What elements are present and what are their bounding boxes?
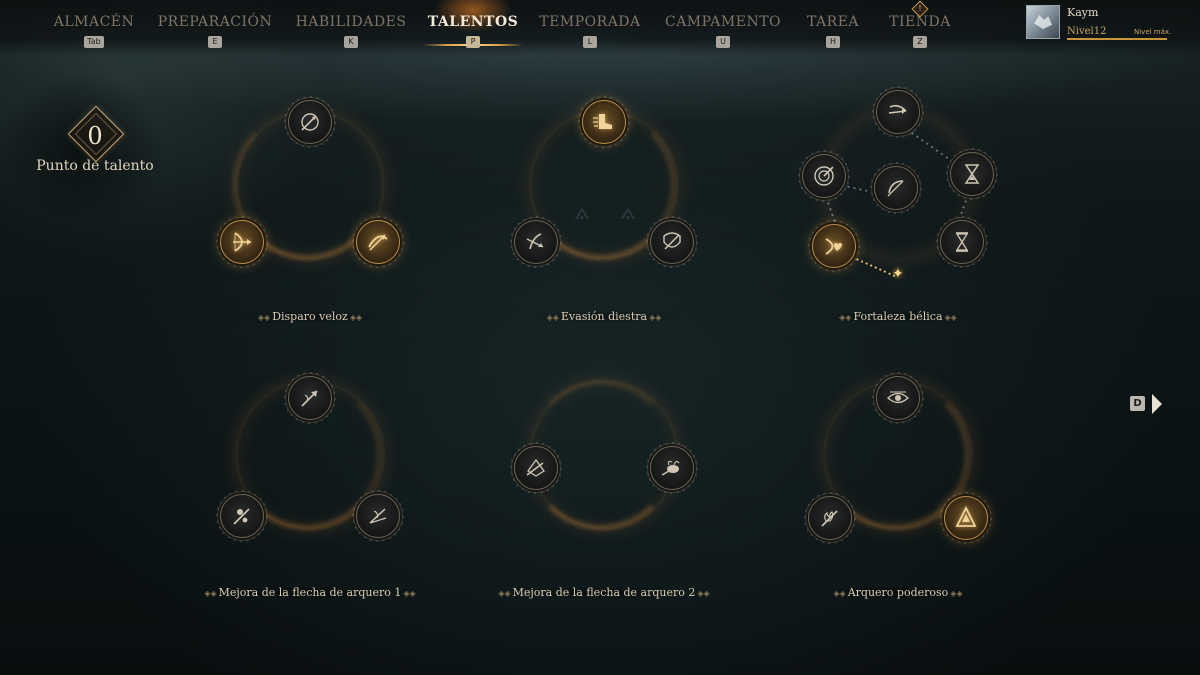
talent-group-name: Fortaleza bélica <box>768 310 1028 323</box>
tab-hotkey: L <box>583 36 597 48</box>
talent-node[interactable] <box>220 220 264 264</box>
tab-hotkey: K <box>344 36 358 48</box>
talent-group-name: Disparo veloz <box>180 310 440 323</box>
next-page-button[interactable]: D <box>1130 393 1170 415</box>
tab-talentos[interactable]: TALENTOS P <box>427 12 519 52</box>
talent-node[interactable] <box>356 220 400 264</box>
tab-temporada[interactable]: TEMPORADA L <box>539 12 641 52</box>
tab-label: PREPARACIÓN <box>157 14 273 30</box>
player-level: Nivel12 <box>1067 26 1107 37</box>
target-icon <box>814 166 834 186</box>
talent-node[interactable] <box>940 220 984 264</box>
badge-text: ! <box>918 4 922 13</box>
tab-habilidades[interactable]: HABILIDADES K <box>296 12 406 52</box>
talent-node[interactable] <box>944 496 988 540</box>
talent-node[interactable] <box>220 494 264 538</box>
split-arrow-icon <box>369 508 387 524</box>
arrow-wind-icon <box>301 390 318 407</box>
player-profile[interactable]: Kaym Nivel12 Nivel máx. <box>1026 5 1176 43</box>
talent-group-fortaleza-belica: ✦ Fortaleza bélica <box>768 90 1028 330</box>
bow-draw-icon <box>233 232 251 252</box>
heart-bow-icon <box>825 238 842 255</box>
talent-node[interactable] <box>874 166 918 210</box>
bee-arrow-icon <box>661 460 680 476</box>
talent-group-evasion-diestra: ⟑ ⟑ Evasión diestra <box>474 90 734 330</box>
dash-boot-icon <box>593 114 612 129</box>
xp-bar <box>1067 38 1167 40</box>
rune-a-icon <box>955 505 977 527</box>
faint-wing-icon: ⟑ <box>574 196 590 226</box>
talent-node[interactable] <box>812 224 856 268</box>
talent-group-name: Mejora de la flecha de arquero 2 <box>474 586 734 599</box>
talent-node[interactable] <box>514 446 558 490</box>
talent-node[interactable] <box>582 100 626 144</box>
tab-hotkey: H <box>826 36 840 48</box>
talent-group-arquero-poderoso: Arquero poderoso <box>768 366 1028 606</box>
sand-timer-icon <box>955 232 969 252</box>
eye-arrow-icon <box>887 391 909 404</box>
tab-almacen[interactable]: ALMACÉN Tab <box>53 12 135 52</box>
crossbow-icon <box>368 234 388 251</box>
talent-node[interactable] <box>650 220 694 264</box>
top-navigation-bar: ALMACÉN Tab PREPARACIÓN E HABILIDADES K … <box>0 0 1200 56</box>
tab-label: HABILIDADES <box>295 14 407 30</box>
poison-arrow-icon <box>233 508 250 525</box>
faint-wing-icon: ⟑ <box>620 196 636 226</box>
tab-hotkey: Z <box>913 36 927 48</box>
talent-node[interactable] <box>288 100 332 144</box>
arrow-shot-icon <box>888 104 907 114</box>
level-max-label: Nivel máx. <box>1134 28 1172 36</box>
tab-label: TAREA <box>806 14 860 30</box>
avatar <box>1026 5 1060 39</box>
talent-points-display: 0 Punto de talento <box>34 105 156 182</box>
talent-group-name: Evasión diestra <box>474 310 734 323</box>
talent-node[interactable] <box>808 496 852 540</box>
tab-preparacion[interactable]: PREPARACIÓN E <box>158 12 272 52</box>
tab-hotkey: P <box>466 36 480 48</box>
player-name: Kaym <box>1067 6 1099 19</box>
talent-node[interactable] <box>650 446 694 490</box>
chevron-right-icon <box>1152 394 1162 414</box>
talent-node[interactable] <box>514 220 558 264</box>
tab-label: TEMPORADA <box>539 14 641 30</box>
talent-group-name: Mejora de la flecha de arquero 1 <box>180 586 440 599</box>
talent-group-disparo-veloz: Disparo veloz <box>180 90 440 330</box>
talent-group-mejora-flecha-2: Mejora de la flecha de arquero 2 <box>474 366 734 606</box>
talent-points-value: 0 <box>87 122 103 150</box>
tab-tarea[interactable]: TAREA H <box>806 12 860 52</box>
sparkle-icon: ✦ <box>892 266 904 282</box>
fire-arrow-icon <box>821 510 838 527</box>
arrow-target-icon <box>301 113 319 131</box>
tab-hotkey: E <box>208 36 222 48</box>
xp-bar-fill <box>1067 38 1167 40</box>
talent-node[interactable] <box>802 154 846 198</box>
talent-node[interactable] <box>876 90 920 134</box>
talent-node[interactable] <box>876 376 920 420</box>
tab-campamento[interactable]: CAMPAMENTO U <box>664 12 782 52</box>
bow-shield-icon <box>663 232 681 250</box>
tab-hotkey: U <box>716 36 730 48</box>
talent-node[interactable] <box>288 376 332 420</box>
tab-label: ALMACÉN <box>53 14 135 30</box>
next-page-hotkey: D <box>1130 396 1145 411</box>
talent-group-name: Arquero poderoso <box>768 586 1028 599</box>
talent-group-mejora-flecha-1: Mejora de la flecha de arquero 1 <box>180 366 440 606</box>
talent-points-label: Punto de talento <box>36 158 154 174</box>
talent-node[interactable] <box>950 152 994 196</box>
center-arrow-icon <box>887 180 904 197</box>
tab-label: CAMPAMENTO <box>664 14 782 30</box>
tab-hotkey: Tab <box>84 36 104 48</box>
tab-label: TALENTOS <box>427 14 519 30</box>
hourglass-icon <box>964 164 980 184</box>
tab-tienda[interactable]: TIENDA Z <box>889 12 950 52</box>
talent-node[interactable] <box>356 494 400 538</box>
ice-arrow-icon <box>526 458 545 477</box>
dodge-arrow-icon <box>526 233 544 250</box>
